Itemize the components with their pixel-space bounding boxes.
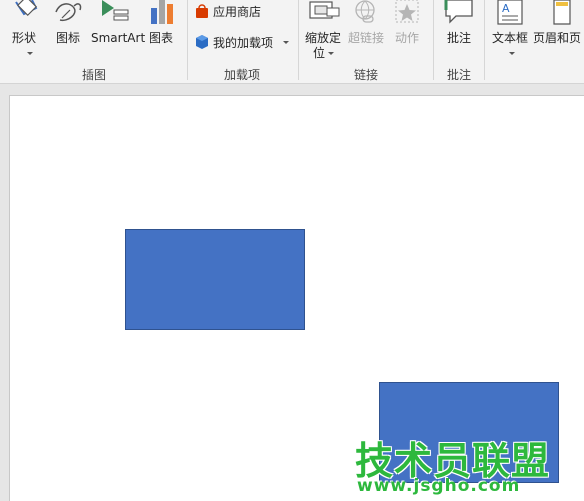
- hyperlink-icon: [355, 0, 375, 23]
- zoom-label-line1: 缩放定: [305, 31, 342, 45]
- links-group-label: 链接: [353, 68, 378, 82]
- zoom-button[interactable]: 缩放定 位: [303, 0, 345, 62]
- my-addins-label: 我的加载项: [213, 35, 274, 50]
- rectangle-shape-1[interactable]: [125, 229, 305, 330]
- header-footer-icon: [553, 0, 571, 25]
- addins-group-label: 加载项: [223, 68, 260, 82]
- comment-icon: [444, 0, 473, 24]
- shapes-dropdown-caret[interactable]: [27, 52, 33, 55]
- comment-label: 批注: [447, 31, 472, 45]
- store-label: 应用商店: [213, 4, 262, 19]
- smartart-icon: [102, 0, 129, 21]
- chart-icon: [151, 0, 173, 24]
- comments-group-label: 批注: [446, 68, 471, 82]
- hyperlink-label: 超链接: [348, 31, 385, 45]
- store-button[interactable]: 应用商店: [195, 1, 261, 21]
- shapes-button[interactable]: 形状: [4, 0, 46, 62]
- icons-label: 图标: [56, 31, 81, 45]
- chart-button[interactable]: 图表: [145, 0, 179, 50]
- watermark: 技术员联盟 www.jsgho.com: [355, 430, 584, 501]
- shapes-label: 形状: [12, 31, 37, 45]
- group-divider: [298, 0, 299, 80]
- my-addins-dropdown-caret[interactable]: [283, 40, 290, 44]
- my-addins-icon: [196, 35, 208, 49]
- textbox-button[interactable]: A 文本框: [490, 0, 532, 62]
- chart-label: 图表: [149, 31, 174, 45]
- smartart-button[interactable]: SmartArt: [88, 0, 146, 50]
- action-button: 动作: [391, 0, 425, 50]
- group-divider: [433, 0, 434, 80]
- comment-button[interactable]: 批注: [442, 0, 476, 50]
- textbox-dropdown-caret[interactable]: [509, 52, 515, 55]
- group-divider: [187, 0, 188, 80]
- textbox-icon: A: [497, 0, 523, 25]
- ribbon: 形状 图标 SmartArt 图表 插图 应用商店 我的加载项 加载项 缩放定 …: [0, 0, 584, 84]
- store-icon: [196, 4, 208, 18]
- action-label: 动作: [395, 31, 420, 45]
- illustrations-group-label: 插图: [81, 68, 106, 82]
- icons-icon: [55, 3, 82, 22]
- icons-button[interactable]: 图标: [50, 0, 86, 50]
- shapes-icon: [15, 0, 38, 17]
- my-addins-button[interactable]: 我的加载项: [195, 32, 290, 52]
- textbox-label: 文本框: [492, 31, 529, 45]
- action-icon: [395, 0, 419, 23]
- svg-text:A: A: [502, 2, 510, 15]
- zoom-icon: [309, 1, 340, 19]
- hyperlink-button: 超链接: [347, 0, 387, 50]
- zoom-label-line2: 位: [313, 46, 326, 60]
- zoom-dropdown-caret[interactable]: [328, 52, 334, 55]
- header-footer-label: 页眉和页: [533, 31, 582, 45]
- header-footer-button[interactable]: 页眉和页: [532, 0, 584, 50]
- watermark-url: www.jsgho.com: [357, 476, 521, 496]
- group-divider: [484, 0, 485, 80]
- smartart-label: SmartArt: [91, 31, 146, 45]
